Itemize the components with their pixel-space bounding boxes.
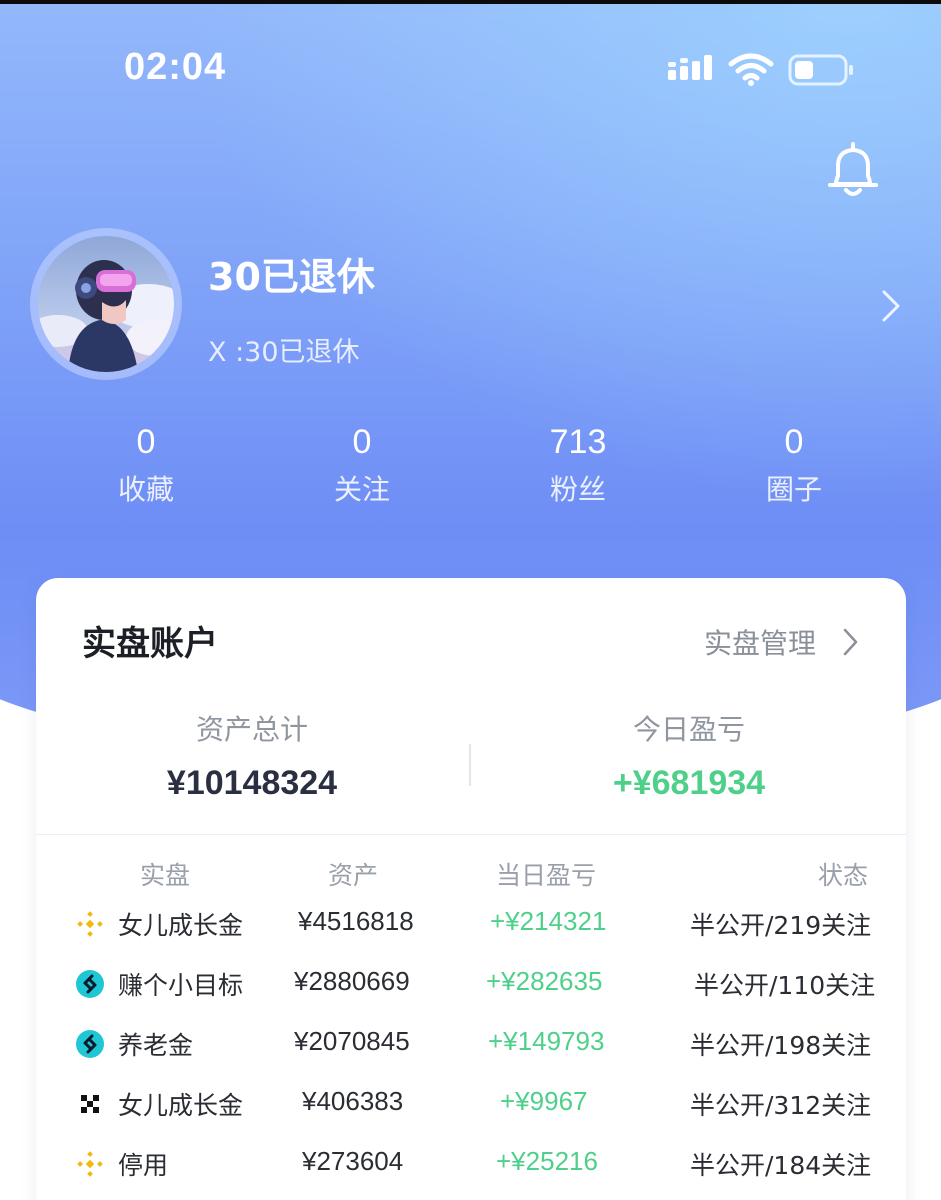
stat-value: 0	[352, 423, 372, 461]
binance-icon	[77, 1151, 103, 1177]
account-name: 停用	[118, 1151, 169, 1180]
avatar[interactable]	[30, 228, 182, 380]
wifi-icon	[728, 53, 774, 86]
today-pnl-value: +¥681934	[612, 764, 766, 802]
status-time: 02:04	[124, 46, 227, 88]
account-status: 半公开/110关注	[694, 971, 876, 1000]
avatar-image	[38, 236, 174, 372]
account-pnl: +¥9967	[500, 1086, 588, 1116]
today-pnl-label: 今日盈亏	[632, 713, 745, 746]
account-pnl: +¥149793	[488, 1026, 605, 1056]
account-name: 养老金	[118, 1031, 194, 1060]
account-status: 半公开/184关注	[690, 1151, 872, 1180]
account-name: 女儿成长金	[118, 911, 244, 940]
bell-icon[interactable]	[824, 140, 882, 202]
account-assets: ¥273604	[302, 1146, 404, 1176]
profile-name: 30已退休	[208, 255, 375, 299]
account-row[interactable]: 养老金 ¥2070845 +¥149793 半公开/198关注	[36, 1014, 906, 1074]
column-header-assets: 资产	[328, 861, 379, 890]
stat-label: 圈子	[765, 473, 822, 506]
account-status: 半公开/219关注	[690, 911, 872, 940]
account-name: 女儿成长金	[118, 1091, 244, 1120]
divider	[36, 834, 906, 835]
account-name: 赚个小目标	[118, 971, 244, 1000]
binance-icon	[77, 911, 103, 937]
account-status: 半公开/198关注	[690, 1031, 872, 1060]
column-header-account: 实盘	[140, 861, 191, 890]
stat-following[interactable]: 0 关注	[272, 422, 452, 512]
stat-label: 粉丝	[549, 473, 606, 506]
manage-link[interactable]: 实盘管理	[704, 622, 864, 662]
account-assets: ¥4516818	[298, 906, 414, 936]
account-status: 半公开/312关注	[690, 1091, 872, 1120]
profile-handle: X :30已退休	[208, 337, 360, 368]
top-edge	[0, 0, 941, 4]
account-row[interactable]: 停用 ¥273604 +¥25216 半公开/184关注	[36, 1134, 906, 1194]
stat-label: 关注	[333, 473, 390, 506]
bitget-icon	[76, 970, 104, 998]
account-assets: ¥2880669	[294, 966, 410, 996]
account-pnl: +¥214321	[490, 906, 607, 936]
total-assets-label: 资产总计	[195, 713, 308, 746]
chevron-right-icon	[843, 628, 858, 656]
chevron-right-icon[interactable]	[878, 286, 904, 326]
column-header-pnl: 当日盈亏	[496, 861, 597, 890]
stat-followers[interactable]: 713 粉丝	[488, 422, 668, 512]
stat-value: 0	[784, 423, 804, 461]
bitget-icon	[76, 1030, 104, 1058]
account-card: 实盘账户 实盘管理 资产总计 ¥10148324 今日盈亏 +¥681934 实…	[36, 578, 906, 1200]
account-assets: ¥2070845	[294, 1026, 410, 1056]
account-assets: ¥406383	[302, 1086, 404, 1116]
stat-circles[interactable]: 0 圈子	[704, 422, 884, 512]
column-header-status: 状态	[818, 861, 869, 890]
battery-icon	[788, 54, 853, 86]
stat-value: 0	[136, 423, 156, 461]
summary-divider	[469, 744, 471, 786]
account-row[interactable]: 女儿成长金 ¥4516818 +¥214321 半公开/219关注	[36, 894, 906, 954]
account-pnl: +¥25216	[496, 1146, 598, 1176]
account-row[interactable]: 赚个小目标 ¥2880669 +¥282635 半公开/110关注	[36, 954, 906, 1014]
account-row[interactable]: 女儿成长金 ¥406383 +¥9967 半公开/312关注	[36, 1074, 906, 1134]
card-title: 实盘账户	[82, 624, 218, 664]
manage-link-label: 实盘管理	[704, 627, 817, 660]
stat-favorites[interactable]: 0 收藏	[56, 422, 236, 512]
account-pnl: +¥282635	[486, 966, 603, 996]
stat-label: 收藏	[117, 473, 174, 506]
profile-page: 02:04 30已退休 X:30已退休 0 收藏 0 关注 713 粉丝 0 …	[0, 0, 941, 1200]
stat-value: 713	[549, 423, 607, 461]
total-assets-value: ¥10148324	[166, 764, 338, 802]
okx-icon	[81, 1095, 99, 1113]
